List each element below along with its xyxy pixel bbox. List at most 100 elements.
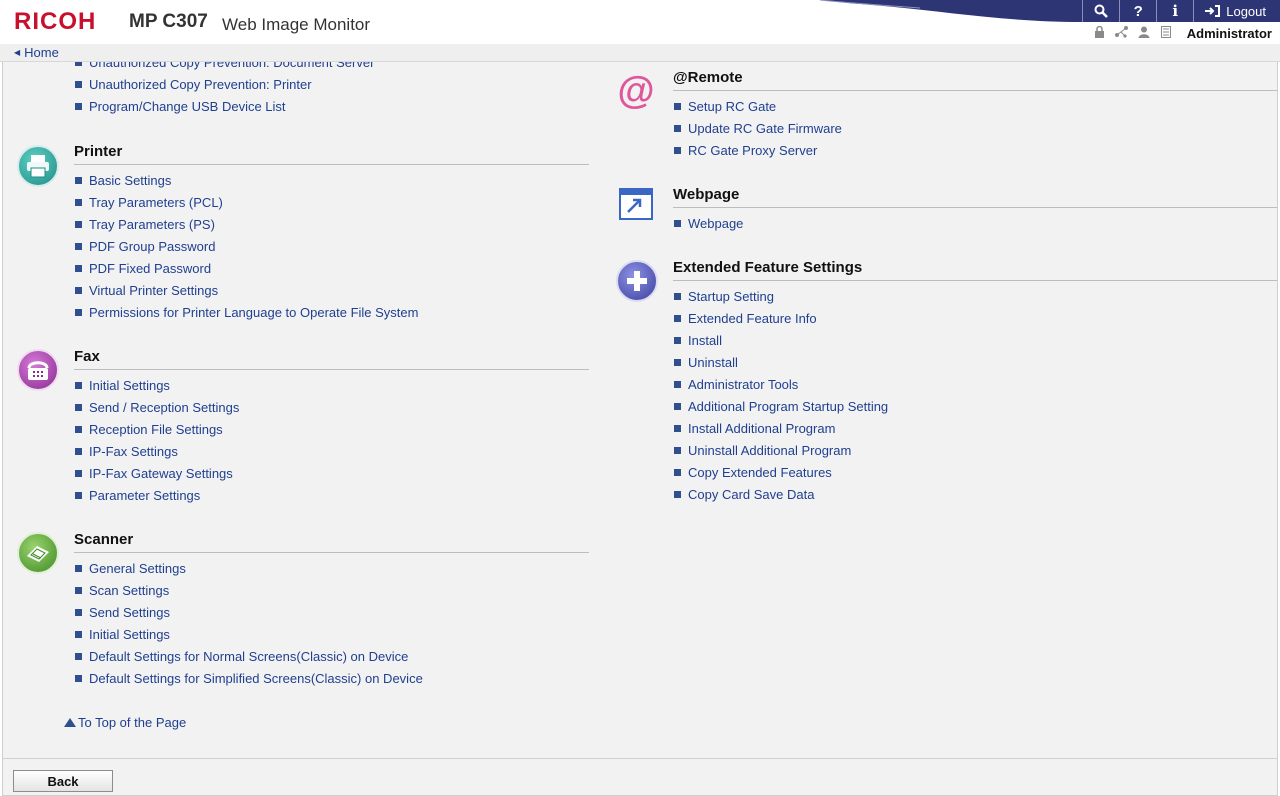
- logout-button[interactable]: Logout: [1193, 0, 1274, 22]
- menu-link[interactable]: Setup RC Gate: [674, 99, 776, 114]
- menu-link[interactable]: Program/Change USB Device List: [75, 99, 286, 114]
- bullet: [75, 448, 82, 455]
- top-toolbar: ? i Logout: [1082, 0, 1274, 22]
- home-link[interactable]: ◀ Home: [14, 45, 59, 60]
- bullet: [75, 243, 82, 250]
- menu-link-label: General Settings: [89, 561, 186, 576]
- bullet: [674, 491, 681, 498]
- bullet: [674, 447, 681, 454]
- scanner-icon: [17, 532, 59, 574]
- menu-link-label: Install Additional Program: [688, 421, 836, 436]
- menu-link-label: Startup Setting: [688, 289, 774, 304]
- menu-link[interactable]: Install Additional Program: [674, 421, 835, 436]
- menu-link[interactable]: Extended Feature Info: [674, 311, 817, 326]
- menu-link[interactable]: Send / Reception Settings: [75, 400, 239, 415]
- menu-link[interactable]: Default Settings for Simplified Screens(…: [75, 671, 423, 686]
- menu-link[interactable]: Uninstall: [674, 355, 738, 370]
- home-label: Home: [24, 45, 59, 60]
- at-remote-icon: @: [615, 70, 657, 112]
- menu-link-label: Copy Card Save Data: [688, 487, 815, 502]
- bullet: [674, 381, 681, 388]
- menu-link-label: Send / Reception Settings: [89, 400, 240, 415]
- menu-link[interactable]: Permissions for Printer Language to Oper…: [75, 305, 418, 320]
- bullet: [75, 199, 82, 206]
- menu-link-label: Copy Extended Features: [688, 465, 832, 480]
- menu-link[interactable]: Initial Settings: [75, 378, 170, 393]
- bullet: [674, 315, 681, 322]
- divider: [673, 207, 1277, 208]
- bullet: [75, 609, 82, 616]
- menu-link-label: RC Gate Proxy Server: [688, 143, 818, 158]
- menu-link-label: Unauthorized Copy Prevention: Printer: [89, 77, 312, 92]
- menu-link[interactable]: Default Settings for Normal Screens(Clas…: [75, 649, 408, 664]
- menu-link[interactable]: Initial Settings: [75, 627, 170, 642]
- info-icon[interactable]: i: [1156, 0, 1193, 22]
- menu-link-label: Webpage: [688, 216, 744, 231]
- menu-link-label: IP-Fax Settings: [89, 444, 178, 459]
- menu-link[interactable]: IP-Fax Gateway Settings: [75, 466, 233, 481]
- divider: [74, 369, 589, 370]
- menu-link[interactable]: Webpage: [674, 216, 743, 231]
- menu-link[interactable]: RC Gate Proxy Server: [674, 143, 817, 158]
- divider: [74, 552, 589, 553]
- menu-link[interactable]: Install: [674, 333, 722, 348]
- menu-link-label: Additional Program Startup Setting: [688, 399, 889, 414]
- help-icon[interactable]: ?: [1119, 0, 1156, 22]
- menu-link[interactable]: PDF Group Password: [75, 239, 215, 254]
- menu-link[interactable]: Additional Program Startup Setting: [674, 399, 888, 414]
- bullet: [75, 404, 82, 411]
- menu-link[interactable]: Basic Settings: [75, 173, 171, 188]
- document-icon: [1159, 25, 1173, 41]
- model-name: MP C307: [129, 11, 208, 32]
- menu-link[interactable]: Update RC Gate Firmware: [674, 121, 842, 136]
- menu-link[interactable]: Tray Parameters (PCL): [75, 195, 223, 210]
- app-name: Web Image Monitor: [222, 15, 371, 34]
- menu-link-label: Default Settings for Normal Screens(Clas…: [89, 649, 409, 664]
- menu-link[interactable]: Startup Setting: [674, 289, 774, 304]
- menu-link[interactable]: Tray Parameters (PS): [75, 217, 215, 232]
- webpage-icon: [617, 186, 655, 222]
- bullet: [674, 337, 681, 344]
- svg-text:@: @: [617, 70, 654, 112]
- menu-link[interactable]: Unauthorized Copy Prevention: Printer: [75, 77, 312, 92]
- menu-link[interactable]: General Settings: [75, 561, 186, 576]
- menu-link[interactable]: PDF Fixed Password: [75, 261, 211, 276]
- menu-link-label: Initial Settings: [89, 378, 170, 393]
- menu-link[interactable]: Parameter Settings: [75, 488, 200, 503]
- main-content: Unauthorized Copy Prevention: Document S…: [2, 62, 1278, 758]
- bullet: [75, 470, 82, 477]
- section-title-webpage: Webpage: [673, 186, 740, 203]
- bullet: [75, 221, 82, 228]
- menu-link[interactable]: IP-Fax Settings: [75, 444, 178, 459]
- lock-icon: [1093, 25, 1107, 41]
- back-button[interactable]: Back: [13, 770, 113, 792]
- menu-link[interactable]: Copy Extended Features: [674, 465, 832, 480]
- bullet: [75, 653, 82, 660]
- footer-bar: Back: [2, 758, 1278, 796]
- menu-link-label: Tray Parameters (PS): [89, 217, 215, 232]
- menu-link[interactable]: Copy Card Save Data: [674, 487, 814, 502]
- menu-link[interactable]: Virtual Printer Settings: [75, 283, 218, 298]
- menu-link-label: Update RC Gate Firmware: [688, 121, 842, 136]
- menu-link[interactable]: Reception File Settings: [75, 422, 223, 437]
- menu-link-label: Tray Parameters (PCL): [89, 195, 223, 210]
- menu-link[interactable]: Uninstall Additional Program: [674, 443, 851, 458]
- menu-link[interactable]: Send Settings: [75, 605, 170, 620]
- section-title-printer: Printer: [74, 143, 123, 160]
- to-top-label: To Top of the Page: [78, 715, 187, 730]
- menu-link-label: Uninstall Additional Program: [688, 443, 852, 458]
- to-top-link[interactable]: To Top of the Page: [64, 715, 186, 730]
- bullet: [75, 587, 82, 594]
- menu-link[interactable]: Administrator Tools: [674, 377, 798, 392]
- menu-link[interactable]: Unauthorized Copy Prevention: Document S…: [75, 62, 374, 70]
- search-icon[interactable]: [1082, 0, 1119, 22]
- divider: [673, 280, 1277, 281]
- menu-link[interactable]: Scan Settings: [75, 583, 169, 598]
- menu-link-label: Uninstall: [688, 355, 738, 370]
- printer-icon: [17, 145, 59, 187]
- section-title-scanner: Scanner: [74, 531, 134, 548]
- bullet: [75, 631, 82, 638]
- menu-link-label: Reception File Settings: [89, 422, 223, 437]
- bullet: [75, 62, 82, 66]
- bullet: [75, 309, 82, 316]
